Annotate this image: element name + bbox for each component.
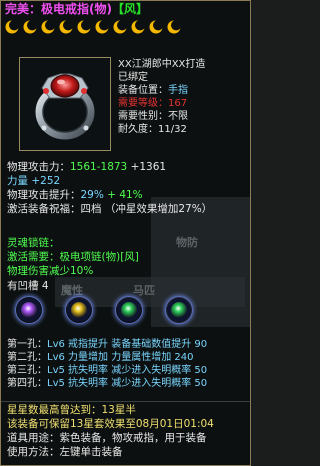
gender-label: 需要性别： — [118, 111, 168, 122]
activate-row: 激活装备祝福：四档 （冲星效果增加27%） — [7, 203, 212, 216]
hole-effect: 减少进入失明概率 50 — [111, 365, 208, 376]
attack-value: 1561-1873 — [70, 161, 128, 173]
activate-label: 激活装备祝福： — [7, 203, 81, 215]
hole-effect: 装备基础数值提升 90 — [111, 339, 208, 350]
socket-label: 有凹槽 — [7, 280, 39, 292]
activate-value: 四档 （冲星效果增加27%） — [80, 203, 213, 215]
socket-hole-row: 第四孔：Lv5 抗失明率 减少进入失明概率 50 — [7, 378, 207, 391]
bound-text: 已绑定 — [118, 72, 148, 83]
socket-green-gem-icon — [165, 296, 193, 324]
attack-up-bonus: + 41% — [107, 189, 143, 201]
star-icon — [41, 20, 55, 34]
slot-label: 装备位置： — [118, 85, 168, 96]
attack-label: 物理攻击力： — [7, 161, 70, 173]
hole-attr: 力量增加 — [68, 352, 112, 363]
durability-label: 耐久度： — [118, 124, 158, 135]
hole-label: 第四孔： — [7, 378, 47, 389]
title-name: 极电戒指(物) — [41, 2, 112, 16]
durability-value: 11/32 — [158, 124, 187, 135]
star-icon — [23, 20, 37, 34]
attack-bonus: +1361 — [130, 161, 167, 173]
socket-hole-row: 第三孔：Lv5 抗失明率 减少进入失明概率 50 — [7, 365, 207, 378]
soul-need-value: 极电项链(物)[风] — [59, 251, 139, 263]
hole-level: Lv5 — [47, 378, 69, 389]
durability-row: 耐久度：11/32 — [118, 124, 187, 136]
socket-hole-list: 第一孔：Lv6 戒指提升 装备基础数值提升 90 第二孔：Lv6 力量增加 力量属… — [7, 339, 207, 391]
hole-level: Lv6 — [47, 352, 69, 363]
soul-need-row: 激活需要：极电项链(物)[风] — [7, 251, 139, 264]
star-icon — [167, 20, 181, 34]
star-icon — [149, 20, 163, 34]
title-tag: 【风】 — [112, 2, 149, 16]
hole-attr: 抗失明率 — [68, 378, 112, 389]
hole-level: Lv5 — [47, 365, 69, 376]
level-value: 167 — [168, 98, 188, 109]
hole-effect: 力量属性增加 240 — [111, 352, 194, 363]
soul-chain-title: 灵魂锁链： — [7, 237, 60, 249]
socket-hole-row: 第二孔：Lv6 力量增加 力量属性增加 240 — [7, 352, 207, 365]
socket-green-gem-icon — [115, 296, 143, 324]
socket-gems — [15, 296, 193, 324]
socket-count-row: 有凹槽 4 — [7, 280, 49, 293]
maker-text: XX江湖郎中XX打造 — [118, 59, 206, 70]
attack-up-row: 物理攻击提升：29% + 41% — [7, 189, 143, 202]
star-level-text: 星星数最高曾达到：13星半 — [7, 404, 136, 416]
socket-hole-row: 第一孔：Lv6 戒指提升 装备基础数值提升 90 — [7, 339, 207, 352]
gender-row: 需要性别：不限 — [118, 111, 188, 123]
hole-label: 第一孔： — [7, 339, 47, 350]
star-icon — [59, 20, 73, 34]
divider — [1, 401, 250, 402]
title-prefix: 完美： — [5, 2, 42, 16]
usage-text: 道具用途：紫色装备，物攻戒指，用于装备 — [7, 432, 207, 444]
star-icon — [5, 20, 19, 34]
hole-label: 第二孔： — [7, 352, 47, 363]
slot-row: 装备位置：手指 — [118, 85, 188, 97]
item-title: 完美：极电戒指(物)【风】 — [5, 3, 148, 16]
background-label: 物防 — [176, 236, 198, 249]
star-row — [5, 20, 181, 37]
use-method-text: 使用方法：左键单击装备 — [7, 446, 123, 458]
star-icon — [77, 20, 91, 34]
hole-attr: 戒指提升 — [68, 339, 112, 350]
star-icon — [95, 20, 109, 34]
socket-yellow-gem-icon — [65, 296, 93, 324]
hole-label: 第三孔： — [7, 365, 47, 376]
hole-level: Lv6 — [47, 339, 69, 350]
hole-effect: 减少进入失明概率 50 — [111, 378, 208, 389]
soul-need-label: 激活需要： — [7, 251, 60, 263]
item-icon-frame — [19, 57, 111, 151]
star-icon — [113, 20, 127, 34]
attack-up-value: 29% — [80, 189, 104, 201]
attack-up-label: 物理攻击提升： — [7, 189, 81, 201]
ring-icon — [35, 73, 95, 140]
hole-attr: 抗失明率 — [68, 365, 112, 376]
level-label: 需要等级： — [118, 98, 168, 109]
level-row: 需要等级：167 — [118, 98, 187, 110]
socket-purple-gem-icon — [15, 296, 43, 324]
strength-row: 力量 +252 — [7, 175, 61, 187]
item-tooltip: 物防 马匹 魔性 完美：极电戒指(物)【风】 XX江湖郎中XX打造 已绑定 装备… — [0, 0, 251, 466]
keep-effect-text: 该装备可保留13星套效果至08月01日01:04 — [7, 418, 214, 430]
soul-reduce-text: 物理伤害减少10% — [7, 265, 94, 277]
gender-value: 不限 — [168, 111, 188, 122]
attack-row: 物理攻击力：1561-1873 +1361 — [7, 161, 166, 174]
slot-value: 手指 — [168, 85, 188, 96]
star-icon — [131, 20, 145, 34]
socket-count: 4 — [41, 280, 49, 292]
